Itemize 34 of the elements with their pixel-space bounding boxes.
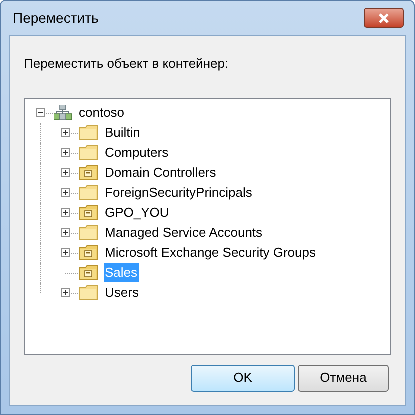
prompt-label: Переместить объект в контейнер: [24,55,230,73]
ou-folder-icon [79,245,98,260]
expand-icon[interactable] [61,148,70,157]
expand-icon[interactable] [61,208,70,217]
tree-item[interactable]: ForeignSecurityPrincipals [104,182,254,202]
tree-item[interactable]: Domain Controllers [104,162,218,182]
tree-item[interactable]: GPO_YOU [104,202,170,222]
tree-item[interactable]: contoso [78,102,126,122]
ou-folder-icon [79,265,98,280]
ou-folder-icon [79,165,98,180]
expand-icon[interactable] [61,188,70,197]
folder-icon [79,145,98,160]
expand-icon[interactable] [61,228,70,237]
dialog-button[interactable]: OK [191,364,295,392]
expand-icon[interactable] [61,168,70,177]
close-icon [378,12,390,24]
tree-item[interactable]: Users [104,282,140,302]
expand-icon[interactable] [61,288,70,297]
collapse-icon[interactable] [36,108,45,117]
close-button[interactable] [364,8,404,28]
expand-icon[interactable] [61,248,70,257]
domain-icon [54,104,72,120]
window-title: Переместить [13,8,99,28]
dialog-button[interactable]: Отмена [298,364,389,392]
tree-item[interactable]: Builtin [104,122,142,142]
folder-icon [79,285,98,300]
expand-icon[interactable] [61,128,70,137]
folder-icon [79,125,98,140]
ou-folder-icon [79,205,98,220]
tree-item[interactable]: Microsoft Exchange Security Groups [104,242,317,262]
folder-icon [79,185,98,200]
folder-icon [79,225,98,240]
tree-item[interactable]: Managed Service Accounts [104,222,264,242]
tree-item[interactable]: Computers [104,142,170,162]
